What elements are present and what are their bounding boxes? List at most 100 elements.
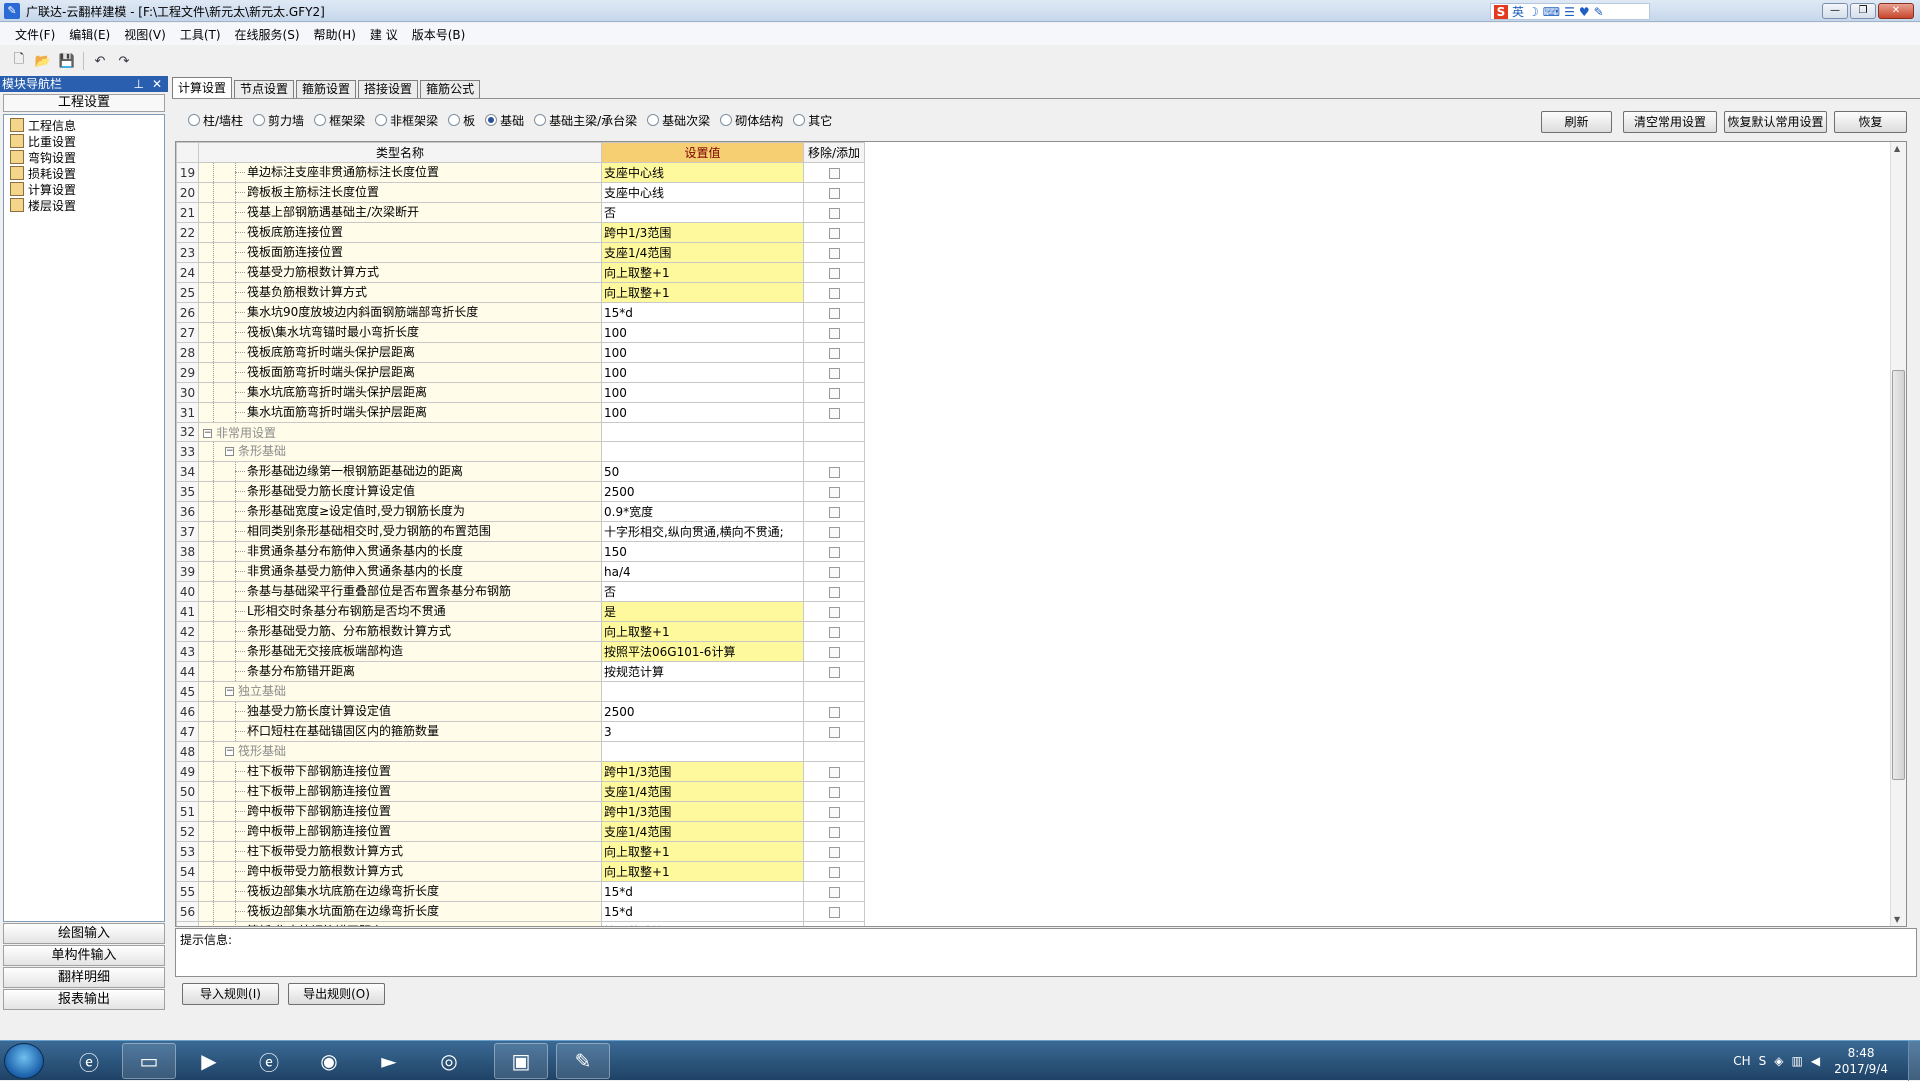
radio-dot[interactable] <box>188 114 200 126</box>
radio-option[interactable]: 基础 <box>485 112 524 129</box>
setting-value[interactable]: 跨中1/3范围 <box>601 761 804 782</box>
tab-calc[interactable]: 计算设置 <box>172 77 233 98</box>
radio-dot[interactable] <box>253 114 266 126</box>
shield-icon[interactable]: ◈ <box>1774 1054 1783 1068</box>
setting-value[interactable]: 3 <box>601 721 804 742</box>
keyboard-icon[interactable]: ⌨ <box>1543 5 1560 19</box>
setting-value[interactable]: 100 <box>601 382 804 403</box>
menu-version[interactable]: 版本号(B) <box>405 26 473 43</box>
volume-icon[interactable]: ◀ <box>1811 1054 1820 1068</box>
setting-value[interactable]: 是 <box>601 601 804 622</box>
menu-icon[interactable]: ☰ <box>1564 5 1575 19</box>
menu-suggest[interactable]: 建 议 <box>363 26 405 43</box>
radio-dot[interactable] <box>485 114 498 126</box>
setting-value[interactable]: 支座1/4范围 <box>601 242 804 263</box>
remove-add-checkbox[interactable] <box>828 506 840 518</box>
lang-indicator[interactable]: CH <box>1733 1054 1750 1068</box>
video-player-icon[interactable]: ► <box>362 1043 416 1079</box>
pin-icon[interactable]: ⊥ <box>134 76 144 92</box>
browser-icon[interactable]: ⓔ <box>242 1043 296 1079</box>
remove-add-checkbox[interactable] <box>828 866 840 878</box>
setting-value[interactable]: 向上取整+1 <box>601 841 804 862</box>
remove-add-checkbox[interactable] <box>828 846 840 858</box>
setting-value[interactable]: 按照平法06G101-6计算 <box>601 641 804 662</box>
save-icon[interactable]: 💾 <box>56 50 78 72</box>
glodon-app-icon[interactable]: ✎ <box>556 1043 610 1079</box>
explorer-icon[interactable]: ▭ <box>122 1043 176 1079</box>
radio-option[interactable]: 其它 <box>793 112 832 129</box>
chat-icon[interactable]: ◎ <box>422 1043 476 1079</box>
setting-value[interactable]: 支座中心线 <box>601 182 804 203</box>
nav-report[interactable]: 报表输出 <box>3 989 165 1010</box>
setting-value[interactable]: 跨中1/3范围 <box>601 801 804 822</box>
radio-option[interactable]: 框架梁 <box>314 112 365 129</box>
close-panel-icon[interactable]: ✕ <box>152 76 162 92</box>
minimize-button[interactable]: — <box>1822 3 1848 19</box>
header-value[interactable]: 设置值 <box>601 142 804 163</box>
moon-icon[interactable]: ☽ <box>1528 5 1539 19</box>
ie-icon[interactable]: ⓔ <box>62 1043 116 1079</box>
setting-value[interactable]: 0.9*宽度 <box>601 501 804 522</box>
nav-item-calc[interactable]: 计算设置 <box>4 181 164 197</box>
remove-add-checkbox[interactable] <box>828 826 840 838</box>
radio-dot[interactable] <box>375 114 388 126</box>
menu-view[interactable]: 视图(V) <box>117 26 173 43</box>
radio-option[interactable]: 砌体结构 <box>720 112 783 129</box>
header-type-name[interactable]: 类型名称 <box>198 142 602 163</box>
radio-option[interactable]: 基础次梁 <box>647 112 710 129</box>
radio-option[interactable]: 板 <box>448 112 475 129</box>
nav-single-component[interactable]: 单构件输入 <box>3 945 165 966</box>
setting-value[interactable]: 15*d <box>601 901 804 922</box>
remove-add-checkbox[interactable] <box>828 407 840 419</box>
setting-value[interactable]: 向上取整+1 <box>601 861 804 882</box>
refresh-button[interactable]: 刷新 <box>1541 111 1612 133</box>
setting-value[interactable]: 十字形相交,纵向贯通,横向不贯通; <box>601 521 804 542</box>
remove-add-checkbox[interactable] <box>828 367 840 379</box>
remove-add-checkbox[interactable] <box>828 666 840 678</box>
remove-add-checkbox[interactable] <box>828 486 840 498</box>
tool-icon[interactable]: ✎ <box>1594 5 1604 19</box>
undo-icon[interactable]: ↶ <box>89 50 111 72</box>
setting-value[interactable]: 按规范计算 <box>601 661 804 682</box>
sogou-icon[interactable]: S <box>1494 4 1508 19</box>
nav-detail[interactable]: 翻样明细 <box>3 967 165 988</box>
remove-add-checkbox[interactable] <box>828 307 840 319</box>
remove-add-checkbox[interactable] <box>828 387 840 399</box>
remove-add-checkbox[interactable] <box>828 606 840 618</box>
setting-value[interactable]: 100 <box>601 322 804 343</box>
cad-icon[interactable]: ▣ <box>494 1043 548 1079</box>
collapse-icon[interactable]: − <box>203 428 212 438</box>
radio-dot[interactable] <box>314 114 327 126</box>
clock[interactable]: 8:48 2017/9/4 <box>1834 1045 1888 1077</box>
setting-value[interactable]: 向上取整+1 <box>601 621 804 642</box>
remove-add-checkbox[interactable] <box>828 546 840 558</box>
menu-tools[interactable]: 工具(T) <box>173 26 228 43</box>
menu-edit[interactable]: 编辑(E) <box>62 26 117 43</box>
remove-add-checkbox[interactable] <box>828 626 840 638</box>
start-button[interactable] <box>4 1043 44 1079</box>
remove-add-checkbox[interactable] <box>828 466 840 478</box>
setting-value[interactable]: 否 <box>601 202 804 223</box>
collapse-icon[interactable]: − <box>225 687 234 696</box>
radio-dot[interactable] <box>720 114 733 126</box>
new-file-icon[interactable]: 🗋 <box>8 50 30 72</box>
nav-item-density[interactable]: 比重设置 <box>4 133 164 149</box>
radio-dot[interactable] <box>534 114 547 126</box>
remove-add-checkbox[interactable] <box>828 327 840 339</box>
remove-add-checkbox[interactable] <box>828 347 840 359</box>
nav-item-loss[interactable]: 损耗设置 <box>4 165 164 181</box>
remove-add-checkbox[interactable] <box>828 586 840 598</box>
remove-add-checkbox[interactable] <box>828 526 840 538</box>
radio-option[interactable]: 剪力墙 <box>253 112 304 129</box>
skin-icon[interactable]: ♥ <box>1579 5 1590 19</box>
setting-value[interactable]: 50 <box>601 461 804 482</box>
remove-add-checkbox[interactable] <box>828 786 840 798</box>
setting-value[interactable]: 15*d <box>601 302 804 323</box>
setting-value[interactable]: ha/4 <box>601 561 804 582</box>
setting-value[interactable]: 支座中心线 <box>601 162 804 183</box>
remove-add-checkbox[interactable] <box>828 706 840 718</box>
collapse-icon[interactable]: − <box>225 747 234 756</box>
radio-dot[interactable] <box>647 114 660 126</box>
setting-value[interactable]: 2500 <box>601 481 804 502</box>
remove-add-checkbox[interactable] <box>828 766 840 778</box>
